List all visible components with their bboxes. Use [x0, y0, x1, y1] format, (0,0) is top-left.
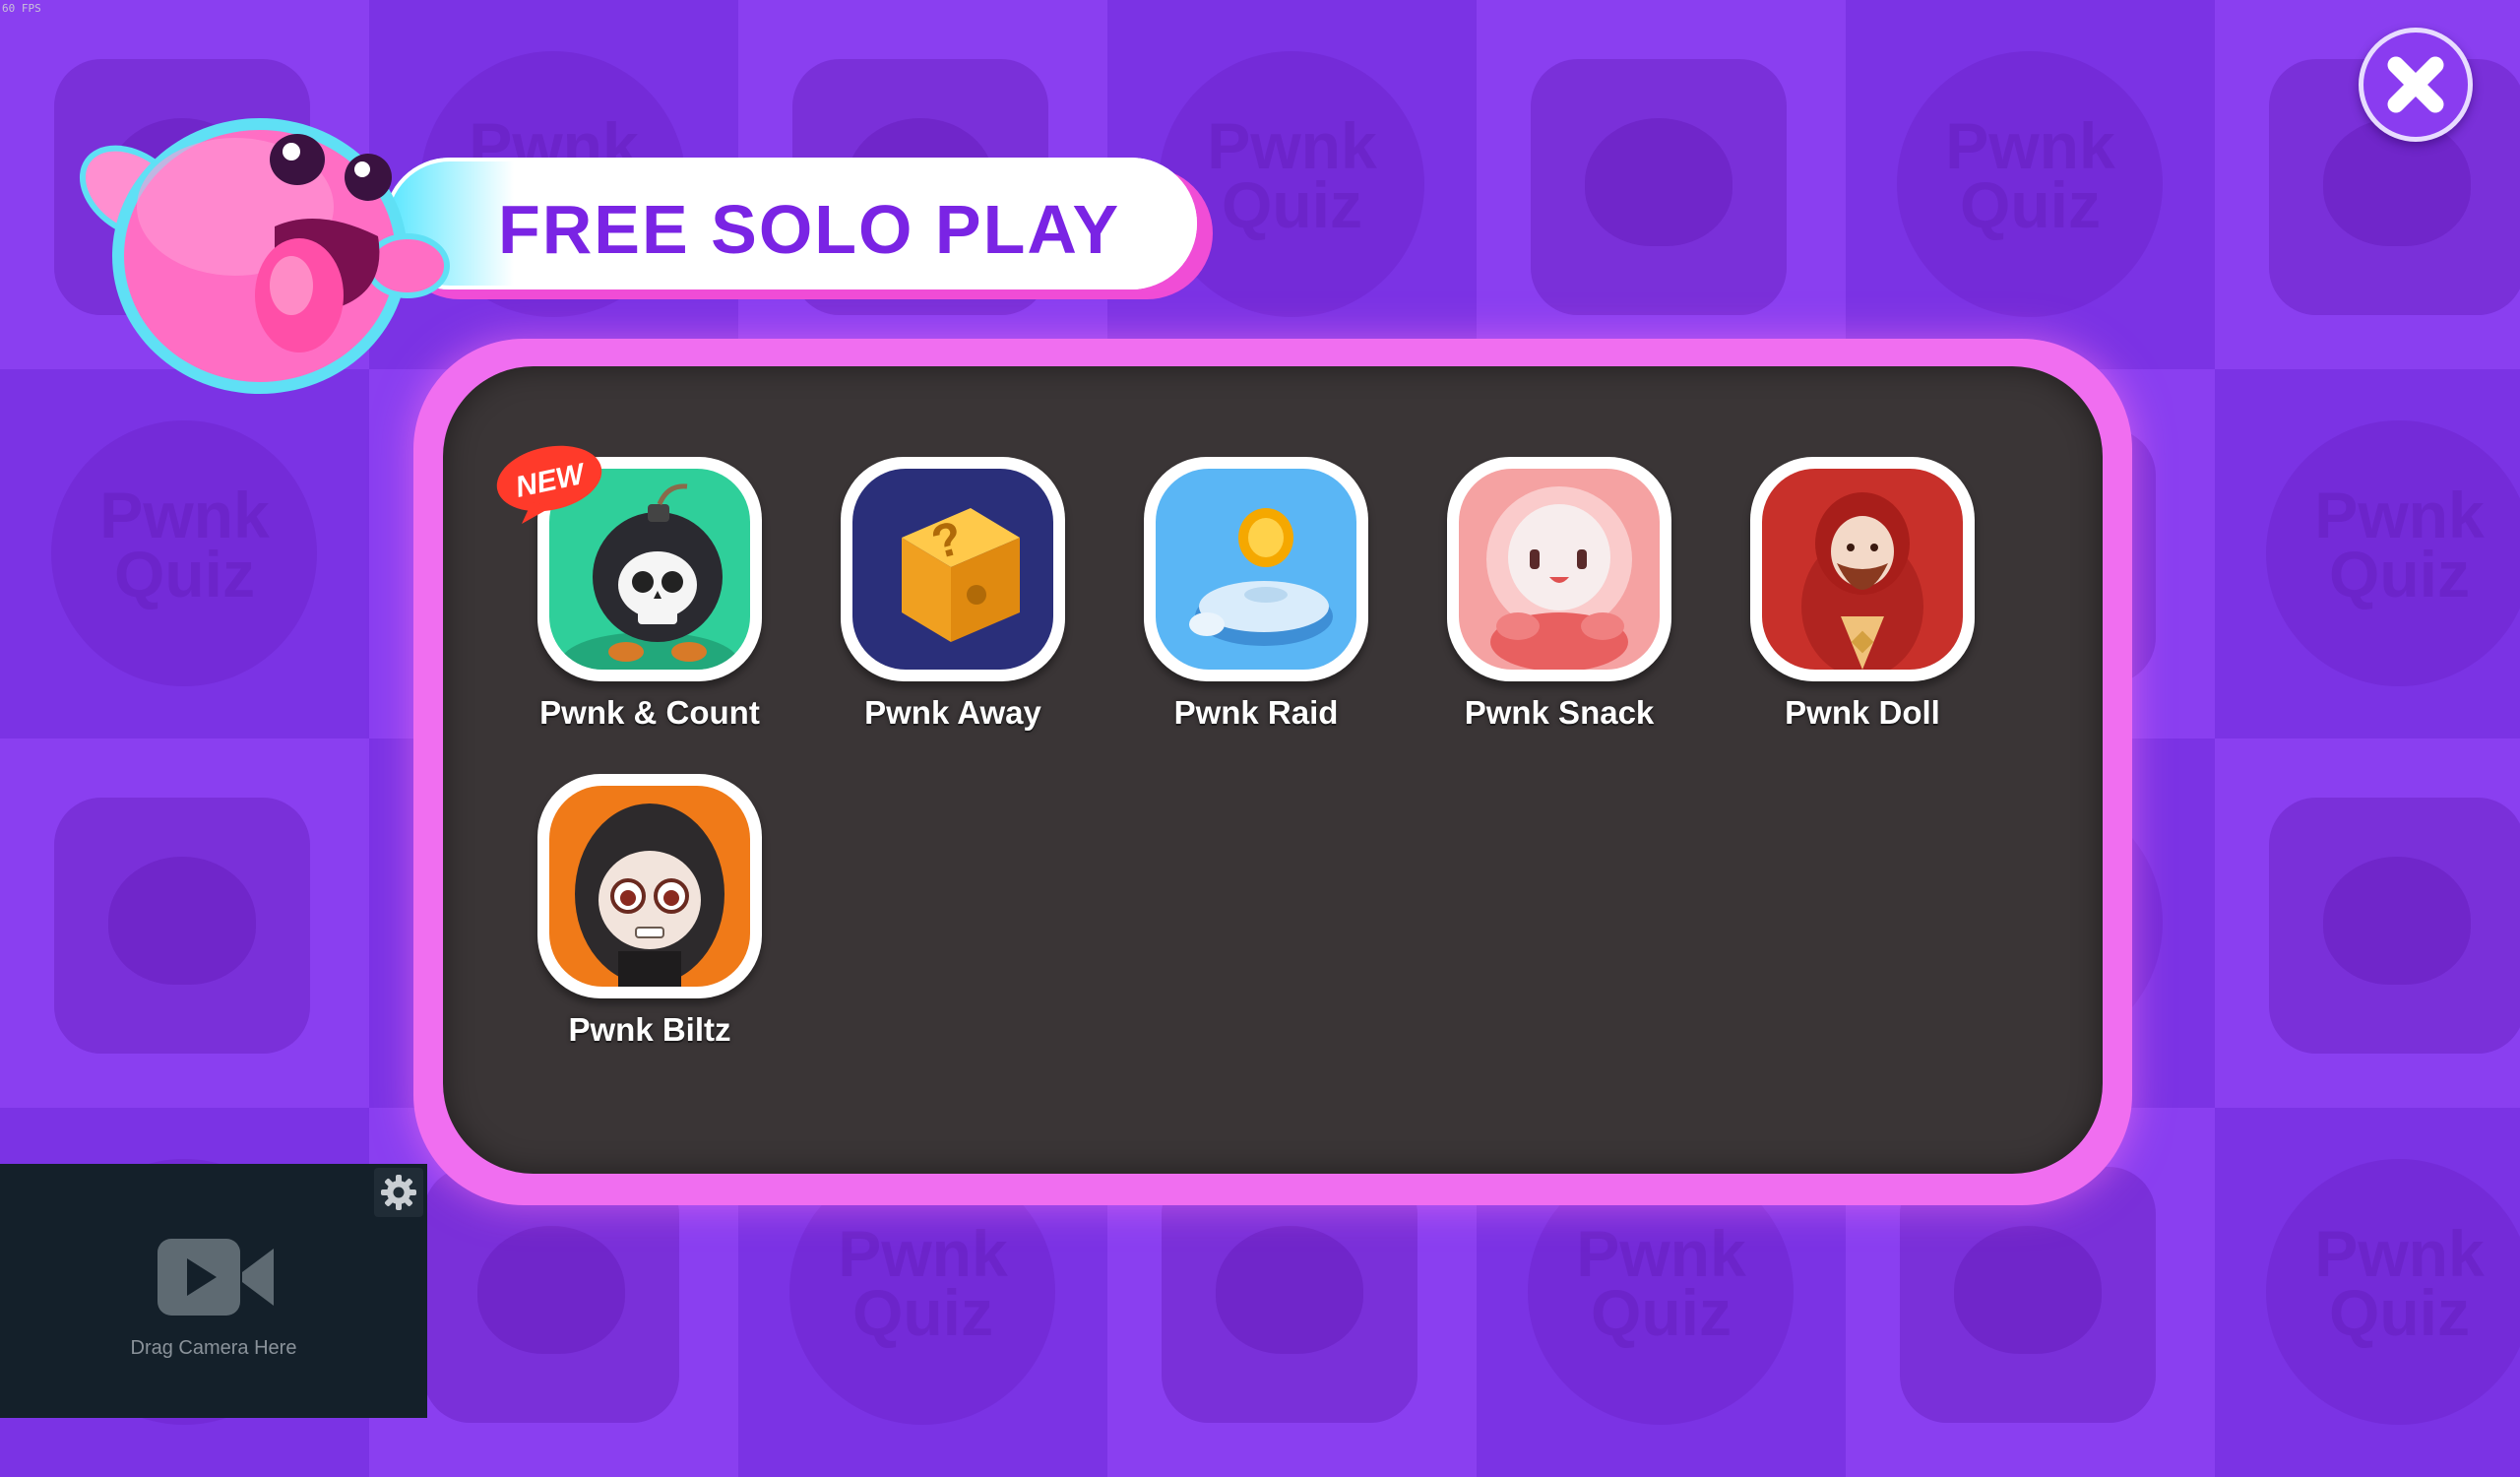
- game-card-pwnk-biltz[interactable]: Pwnk Biltz: [502, 774, 797, 1060]
- pwnk-quiz-watermark: PwnkQuiz: [2314, 1217, 2485, 1349]
- game-title: Pwnk Biltz: [568, 1011, 731, 1048]
- background-tile: [2215, 738, 2520, 1108]
- game-card-pwnk-away[interactable]: ? Pwnk Away: [805, 457, 1101, 742]
- background-tile: PwnkQuiz: [2215, 369, 2520, 738]
- ghost-watermark-icon: [108, 857, 256, 985]
- coin-platform-icon: [1156, 469, 1356, 670]
- game-title: Pwnk Snack: [1464, 694, 1655, 731]
- ghost-watermark-icon: [1954, 1226, 2102, 1354]
- game-title: Pwnk Away: [864, 694, 1041, 731]
- video-camera-icon: [158, 1239, 274, 1316]
- camera-drop-label: Drag Camera Here: [130, 1337, 297, 1359]
- game-icon-frame: [537, 774, 762, 998]
- gear-icon: [381, 1175, 416, 1210]
- game-icon-frame: [1750, 457, 1975, 681]
- astronaut-icon: [1459, 469, 1660, 670]
- background-tile: PwnkQuiz: [1846, 0, 2215, 369]
- game-title: Pwnk & Count: [539, 694, 760, 731]
- game-icon-frame: [1447, 457, 1671, 681]
- ghost-watermark-icon: [2323, 857, 2471, 985]
- game-title: Pwnk Raid: [1173, 694, 1339, 731]
- game-card-pwnk-raid[interactable]: Pwnk Raid: [1108, 457, 1404, 742]
- game-card-pwnk-and-count[interactable]: NEW Pwnk & Count: [496, 445, 797, 742]
- pwnk-quiz-watermark: PwnkQuiz: [2314, 479, 2485, 610]
- background-tile: [1477, 0, 1846, 369]
- close-icon: [2387, 56, 2444, 113]
- question-block-icon: ?: [852, 469, 1053, 670]
- ghost-mascot-icon: [79, 118, 450, 394]
- hooded-character-icon: [549, 786, 750, 987]
- pwnk-quiz-watermark: PwnkQuiz: [99, 479, 270, 610]
- ghost-watermark-icon: [1585, 118, 1732, 246]
- game-icon-frame: ?: [841, 457, 1065, 681]
- ghost-watermark-icon: [477, 1226, 625, 1354]
- game-card-pwnk-snack[interactable]: Pwnk Snack: [1412, 457, 1707, 742]
- background-tile: PwnkQuiz: [0, 369, 369, 738]
- new-badge: NEW: [496, 445, 602, 524]
- game-icon-frame: [1144, 457, 1368, 681]
- pwnk-quiz-watermark: PwnkQuiz: [1576, 1217, 1746, 1349]
- page-title: FREE SOLO PLAY: [498, 191, 1121, 268]
- close-button[interactable]: [2359, 28, 2473, 142]
- pwnk-quiz-watermark: PwnkQuiz: [838, 1217, 1008, 1349]
- background-tile: PwnkQuiz: [2215, 1108, 2520, 1477]
- matryoshka-icon: [1762, 469, 1963, 670]
- game-title: Pwnk Doll: [1785, 694, 1940, 731]
- game-card-pwnk-doll[interactable]: Pwnk Doll: [1715, 457, 2010, 742]
- ghost-watermark-icon: [1216, 1226, 1363, 1354]
- camera-settings-button[interactable]: [374, 1168, 423, 1217]
- pwnk-quiz-watermark: PwnkQuiz: [1945, 109, 2115, 241]
- background-tile: [0, 738, 369, 1108]
- fps-counter: 60 FPS: [2, 2, 41, 15]
